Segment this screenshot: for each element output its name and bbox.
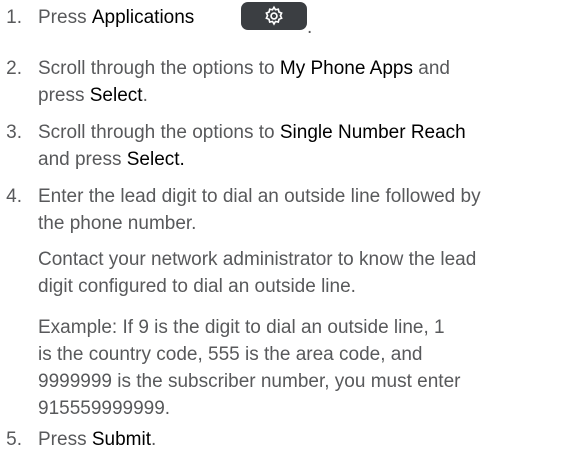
- step-3-number: 3.: [6, 122, 22, 143]
- step-4-number: 4.: [6, 186, 22, 207]
- step-4-example-line-3: 9999999 is the subscriber number, you mu…: [38, 371, 461, 392]
- step-5-text: Press Submit.: [38, 426, 586, 453]
- step-1-bold: Applications: [91, 7, 195, 28]
- step-5-post: .: [151, 429, 157, 450]
- instruction-document: 1. Press Applications . 2. Scroll throug…: [0, 0, 586, 451]
- step-4-example-line-1: Example: If 9 is the digit to dial an ou…: [38, 317, 445, 338]
- step-4-line-1: Enter the lead digit to dial an outside …: [38, 186, 481, 207]
- step-3-line-2: and press Select.: [38, 146, 586, 173]
- step-3-line-1-pre: Scroll through the options to: [38, 122, 280, 143]
- step-2-line-2: press Select.: [38, 82, 586, 109]
- gear-icon: [265, 5, 283, 26]
- step-4-note-line-2: digit configured to dial an outside line…: [38, 276, 356, 297]
- step-4-note-line-1: Contact your network administrator to kn…: [38, 249, 477, 270]
- step-2-line-1-bold: My Phone Apps: [279, 58, 413, 79]
- step-2-line-2-bold: Select: [89, 85, 143, 106]
- step-1-period: .: [307, 17, 313, 38]
- step-2-line-2-post: .: [142, 85, 148, 106]
- step-2-line-1-post: and: [412, 58, 450, 79]
- step-3-line-1: Scroll through the options to Single Num…: [38, 119, 586, 146]
- step-2-line-1-pre: Scroll through the options to: [38, 58, 280, 79]
- step-4-example-line-2: is the country code, 555 is the area cod…: [38, 344, 423, 365]
- step-2-number: 2.: [6, 58, 22, 79]
- step-4-example-line-4: 915559999999.: [38, 398, 171, 419]
- applications-button[interactable]: [241, 2, 307, 30]
- step-4-line-2: the phone number.: [38, 213, 197, 234]
- step-2-line-2-pre: press: [38, 85, 90, 106]
- step-3-line-2-pre: and press: [38, 149, 127, 170]
- step-3-line-1-bold: Single Number Reach: [279, 122, 466, 143]
- step-2-line-1: Scroll through the options to My Phone A…: [38, 55, 586, 82]
- step-1-pre: Press: [38, 7, 92, 28]
- step-1-number: 1.: [6, 7, 22, 28]
- step-5-bold: Submit: [91, 429, 151, 450]
- step-5-pre: Press: [38, 429, 92, 450]
- step-5-number: 5.: [6, 429, 22, 450]
- step-3-line-2-bold: Select.: [126, 149, 185, 170]
